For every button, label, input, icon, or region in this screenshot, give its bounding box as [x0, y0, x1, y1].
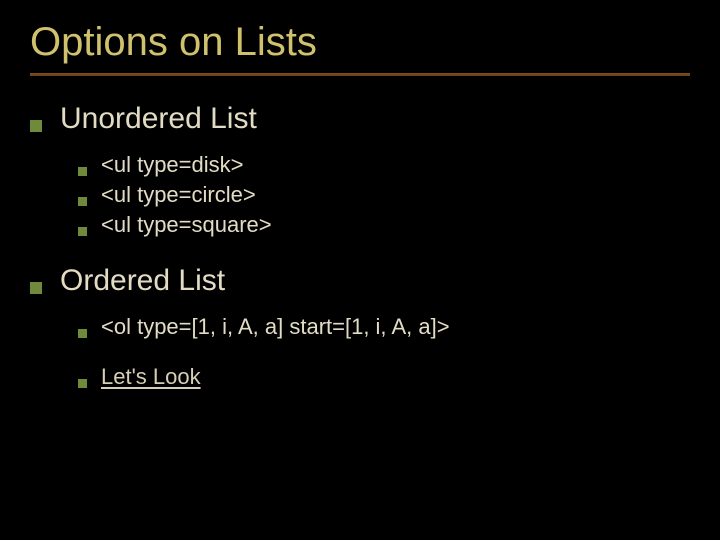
list-item-label: <ul type=square>: [101, 212, 272, 238]
square-bullet-icon: [30, 120, 42, 132]
list-item: Let's Look: [78, 364, 690, 390]
square-bullet-icon: [78, 379, 87, 388]
list-heading: Ordered List: [60, 264, 225, 298]
square-bullet-icon: [78, 329, 87, 338]
list-item: <ul type=square>: [78, 212, 690, 238]
list-item-label: <ul type=circle>: [101, 182, 256, 208]
list-heading-row: Unordered List: [30, 102, 690, 136]
list-item: <ul type=circle>: [78, 182, 690, 208]
list-heading-row: Ordered List: [30, 264, 690, 298]
sublist: <ul type=disk> <ul type=circle> <ul type…: [78, 152, 690, 238]
list-item: <ol type=[1, i, A, a] start=[1, i, A, a]…: [78, 314, 690, 340]
title-divider: [30, 73, 690, 76]
list-item-label: <ol type=[1, i, A, a] start=[1, i, A, a]…: [101, 314, 450, 340]
square-bullet-icon: [78, 197, 87, 206]
list-item-label: <ul type=disk>: [101, 152, 243, 178]
square-bullet-icon: [78, 167, 87, 176]
list-item: <ul type=disk>: [78, 152, 690, 178]
square-bullet-icon: [30, 282, 42, 294]
slide-title: Options on Lists: [30, 20, 690, 65]
slide: Options on Lists Unordered List <ul type…: [0, 0, 720, 540]
square-bullet-icon: [78, 227, 87, 236]
sublist: <ol type=[1, i, A, a] start=[1, i, A, a]…: [78, 314, 690, 390]
spacer: [78, 344, 690, 364]
list-heading: Unordered List: [60, 102, 257, 136]
lets-look-link[interactable]: Let's Look: [101, 364, 201, 390]
